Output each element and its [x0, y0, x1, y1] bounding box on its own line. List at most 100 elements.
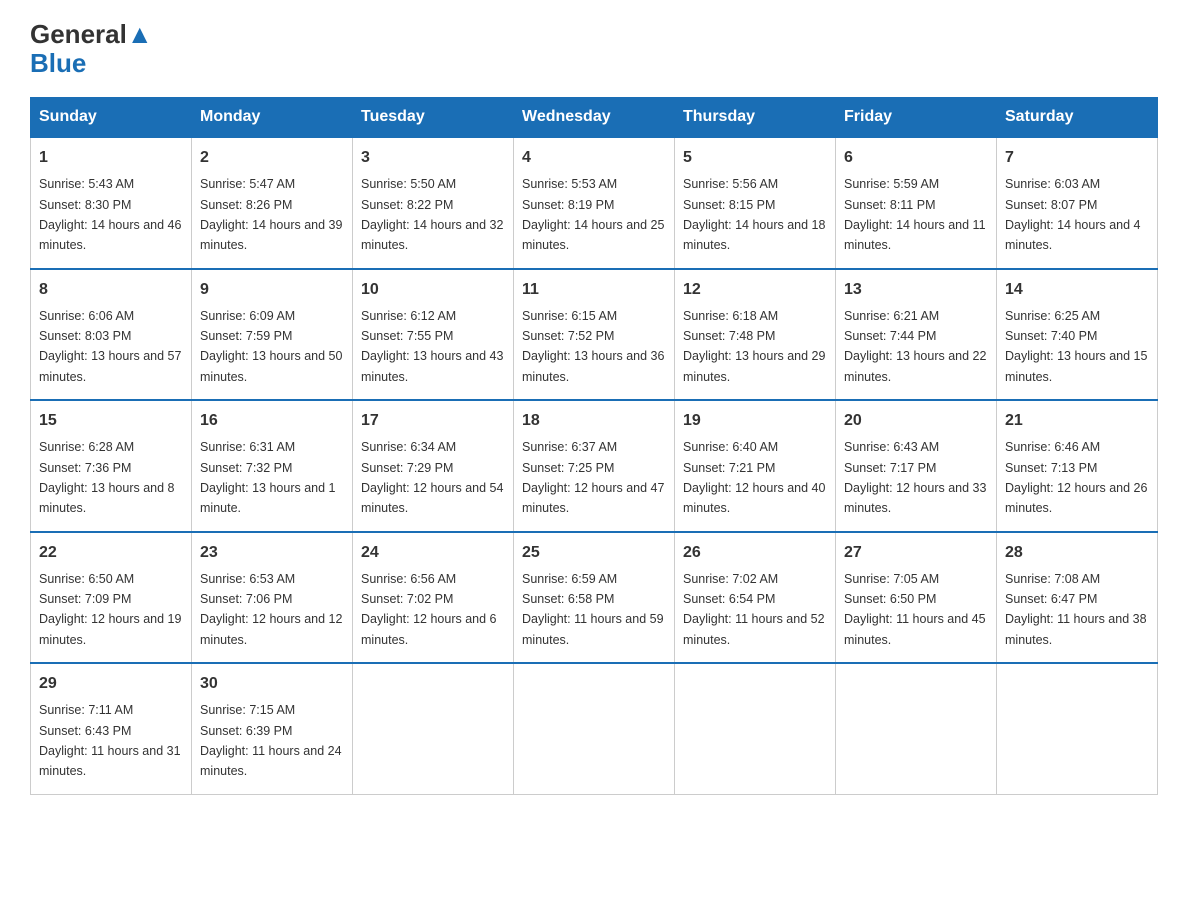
- day-number: 24: [361, 541, 505, 565]
- day-info: Sunrise: 5:56 AMSunset: 8:15 PMDaylight:…: [683, 177, 825, 252]
- day-number: 5: [683, 146, 827, 170]
- day-number: 15: [39, 409, 183, 433]
- day-number: 28: [1005, 541, 1149, 565]
- calendar-day-cell: 20 Sunrise: 6:43 AMSunset: 7:17 PMDaylig…: [836, 400, 997, 532]
- calendar-day-cell: 28 Sunrise: 7:08 AMSunset: 6:47 PMDaylig…: [997, 532, 1158, 664]
- calendar-week-row: 22 Sunrise: 6:50 AMSunset: 7:09 PMDaylig…: [31, 532, 1158, 664]
- day-info: Sunrise: 6:46 AMSunset: 7:13 PMDaylight:…: [1005, 440, 1147, 515]
- day-number: 12: [683, 278, 827, 302]
- calendar-day-cell: 5 Sunrise: 5:56 AMSunset: 8:15 PMDayligh…: [675, 137, 836, 269]
- day-number: 4: [522, 146, 666, 170]
- calendar-day-cell: 27 Sunrise: 7:05 AMSunset: 6:50 PMDaylig…: [836, 532, 997, 664]
- calendar-day-cell: 15 Sunrise: 6:28 AMSunset: 7:36 PMDaylig…: [31, 400, 192, 532]
- weekday-header: Sunday: [31, 98, 192, 138]
- calendar-day-cell: 6 Sunrise: 5:59 AMSunset: 8:11 PMDayligh…: [836, 137, 997, 269]
- day-number: 6: [844, 146, 988, 170]
- page-header: General▲Blue: [30, 20, 1158, 77]
- calendar-day-cell: [997, 663, 1158, 794]
- day-number: 27: [844, 541, 988, 565]
- calendar-week-row: 8 Sunrise: 6:06 AMSunset: 8:03 PMDayligh…: [31, 269, 1158, 401]
- day-info: Sunrise: 6:31 AMSunset: 7:32 PMDaylight:…: [200, 440, 336, 515]
- calendar-week-row: 1 Sunrise: 5:43 AMSunset: 8:30 PMDayligh…: [31, 137, 1158, 269]
- day-info: Sunrise: 6:53 AMSunset: 7:06 PMDaylight:…: [200, 572, 342, 647]
- calendar-day-cell: 7 Sunrise: 6:03 AMSunset: 8:07 PMDayligh…: [997, 137, 1158, 269]
- day-info: Sunrise: 7:05 AMSunset: 6:50 PMDaylight:…: [844, 572, 986, 647]
- weekday-header: Wednesday: [514, 98, 675, 138]
- calendar-day-cell: 2 Sunrise: 5:47 AMSunset: 8:26 PMDayligh…: [192, 137, 353, 269]
- calendar-day-cell: 19 Sunrise: 6:40 AMSunset: 7:21 PMDaylig…: [675, 400, 836, 532]
- calendar-day-cell: 22 Sunrise: 6:50 AMSunset: 7:09 PMDaylig…: [31, 532, 192, 664]
- calendar-day-cell: 14 Sunrise: 6:25 AMSunset: 7:40 PMDaylig…: [997, 269, 1158, 401]
- calendar-day-cell: [514, 663, 675, 794]
- day-info: Sunrise: 6:06 AMSunset: 8:03 PMDaylight:…: [39, 309, 181, 384]
- weekday-header: Monday: [192, 98, 353, 138]
- weekday-header: Saturday: [997, 98, 1158, 138]
- day-number: 29: [39, 672, 183, 696]
- day-number: 23: [200, 541, 344, 565]
- day-number: 26: [683, 541, 827, 565]
- day-number: 19: [683, 409, 827, 433]
- day-info: Sunrise: 5:53 AMSunset: 8:19 PMDaylight:…: [522, 177, 664, 252]
- calendar-day-cell: 25 Sunrise: 6:59 AMSunset: 6:58 PMDaylig…: [514, 532, 675, 664]
- day-info: Sunrise: 5:43 AMSunset: 8:30 PMDaylight:…: [39, 177, 181, 252]
- calendar-day-cell: 10 Sunrise: 6:12 AMSunset: 7:55 PMDaylig…: [353, 269, 514, 401]
- day-number: 22: [39, 541, 183, 565]
- day-number: 21: [1005, 409, 1149, 433]
- calendar-day-cell: 18 Sunrise: 6:37 AMSunset: 7:25 PMDaylig…: [514, 400, 675, 532]
- calendar-day-cell: 24 Sunrise: 6:56 AMSunset: 7:02 PMDaylig…: [353, 532, 514, 664]
- day-info: Sunrise: 6:18 AMSunset: 7:48 PMDaylight:…: [683, 309, 825, 384]
- calendar-day-cell: 16 Sunrise: 6:31 AMSunset: 7:32 PMDaylig…: [192, 400, 353, 532]
- calendar-day-cell: 8 Sunrise: 6:06 AMSunset: 8:03 PMDayligh…: [31, 269, 192, 401]
- calendar-day-cell: 21 Sunrise: 6:46 AMSunset: 7:13 PMDaylig…: [997, 400, 1158, 532]
- day-info: Sunrise: 6:09 AMSunset: 7:59 PMDaylight:…: [200, 309, 342, 384]
- calendar-week-row: 15 Sunrise: 6:28 AMSunset: 7:36 PMDaylig…: [31, 400, 1158, 532]
- day-info: Sunrise: 6:40 AMSunset: 7:21 PMDaylight:…: [683, 440, 825, 515]
- calendar-day-cell: [675, 663, 836, 794]
- day-info: Sunrise: 6:12 AMSunset: 7:55 PMDaylight:…: [361, 309, 503, 384]
- calendar-day-cell: 11 Sunrise: 6:15 AMSunset: 7:52 PMDaylig…: [514, 269, 675, 401]
- day-info: Sunrise: 6:37 AMSunset: 7:25 PMDaylight:…: [522, 440, 664, 515]
- day-number: 7: [1005, 146, 1149, 170]
- day-number: 1: [39, 146, 183, 170]
- day-info: Sunrise: 5:47 AMSunset: 8:26 PMDaylight:…: [200, 177, 342, 252]
- calendar-day-cell: [353, 663, 514, 794]
- day-number: 10: [361, 278, 505, 302]
- day-number: 14: [1005, 278, 1149, 302]
- weekday-header: Thursday: [675, 98, 836, 138]
- day-number: 16: [200, 409, 344, 433]
- day-info: Sunrise: 6:21 AMSunset: 7:44 PMDaylight:…: [844, 309, 986, 384]
- calendar-day-cell: 17 Sunrise: 6:34 AMSunset: 7:29 PMDaylig…: [353, 400, 514, 532]
- weekday-header: Friday: [836, 98, 997, 138]
- day-info: Sunrise: 6:03 AMSunset: 8:07 PMDaylight:…: [1005, 177, 1141, 252]
- calendar-table: SundayMondayTuesdayWednesdayThursdayFrid…: [30, 97, 1158, 795]
- day-number: 13: [844, 278, 988, 302]
- day-info: Sunrise: 6:56 AMSunset: 7:02 PMDaylight:…: [361, 572, 497, 647]
- day-info: Sunrise: 5:50 AMSunset: 8:22 PMDaylight:…: [361, 177, 503, 252]
- day-info: Sunrise: 6:50 AMSunset: 7:09 PMDaylight:…: [39, 572, 181, 647]
- day-number: 2: [200, 146, 344, 170]
- day-info: Sunrise: 6:34 AMSunset: 7:29 PMDaylight:…: [361, 440, 503, 515]
- day-info: Sunrise: 7:02 AMSunset: 6:54 PMDaylight:…: [683, 572, 825, 647]
- calendar-day-cell: 29 Sunrise: 7:11 AMSunset: 6:43 PMDaylig…: [31, 663, 192, 794]
- day-number: 17: [361, 409, 505, 433]
- day-number: 9: [200, 278, 344, 302]
- day-info: Sunrise: 6:15 AMSunset: 7:52 PMDaylight:…: [522, 309, 664, 384]
- day-info: Sunrise: 7:08 AMSunset: 6:47 PMDaylight:…: [1005, 572, 1147, 647]
- calendar-day-cell: 30 Sunrise: 7:15 AMSunset: 6:39 PMDaylig…: [192, 663, 353, 794]
- day-number: 11: [522, 278, 666, 302]
- day-info: Sunrise: 6:43 AMSunset: 7:17 PMDaylight:…: [844, 440, 986, 515]
- calendar-day-cell: 12 Sunrise: 6:18 AMSunset: 7:48 PMDaylig…: [675, 269, 836, 401]
- calendar-day-cell: 9 Sunrise: 6:09 AMSunset: 7:59 PMDayligh…: [192, 269, 353, 401]
- calendar-day-cell: 4 Sunrise: 5:53 AMSunset: 8:19 PMDayligh…: [514, 137, 675, 269]
- day-number: 20: [844, 409, 988, 433]
- calendar-day-cell: 23 Sunrise: 6:53 AMSunset: 7:06 PMDaylig…: [192, 532, 353, 664]
- day-info: Sunrise: 6:59 AMSunset: 6:58 PMDaylight:…: [522, 572, 664, 647]
- calendar-day-cell: [836, 663, 997, 794]
- day-info: Sunrise: 5:59 AMSunset: 8:11 PMDaylight:…: [844, 177, 986, 252]
- calendar-day-cell: 13 Sunrise: 6:21 AMSunset: 7:44 PMDaylig…: [836, 269, 997, 401]
- day-info: Sunrise: 7:11 AMSunset: 6:43 PMDaylight:…: [39, 703, 181, 778]
- calendar-day-cell: 3 Sunrise: 5:50 AMSunset: 8:22 PMDayligh…: [353, 137, 514, 269]
- calendar-day-cell: 1 Sunrise: 5:43 AMSunset: 8:30 PMDayligh…: [31, 137, 192, 269]
- day-number: 18: [522, 409, 666, 433]
- day-info: Sunrise: 6:25 AMSunset: 7:40 PMDaylight:…: [1005, 309, 1147, 384]
